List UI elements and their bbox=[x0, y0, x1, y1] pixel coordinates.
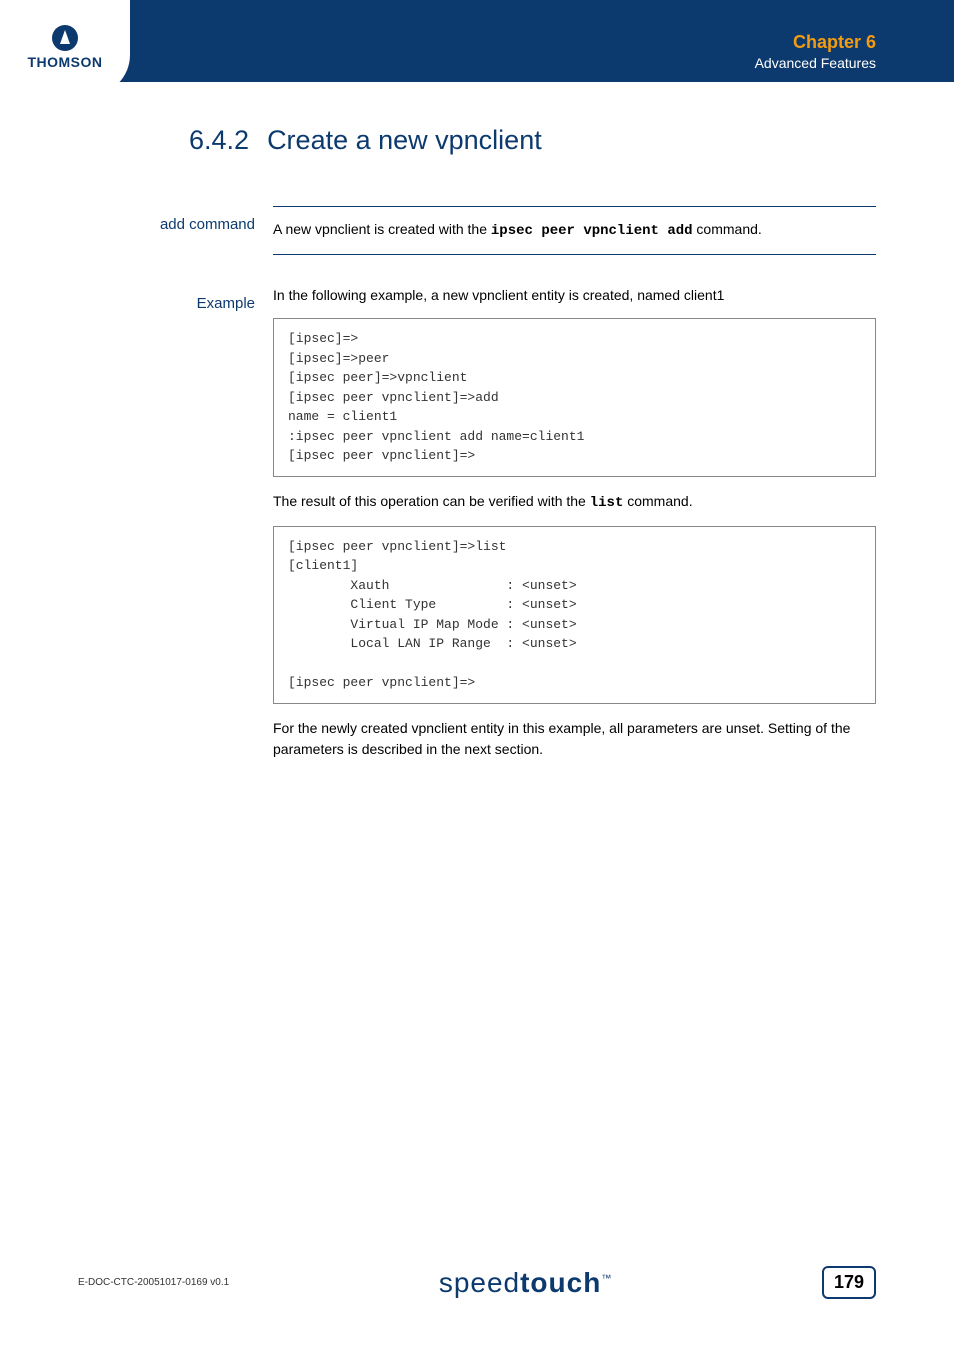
block-example: Example In the following example, a new … bbox=[78, 285, 876, 772]
result-cmd: list bbox=[590, 495, 624, 511]
logo-box: THOMSON bbox=[0, 0, 130, 95]
side-label-add-command: add command bbox=[78, 206, 273, 267]
code-box-1: [ipsec]=> [ipsec]=>peer [ipsec peer]=>vp… bbox=[273, 318, 876, 477]
thomson-logo-text: THOMSON bbox=[27, 54, 102, 70]
section-title-row: 6.4.2 Create a new vpnclient bbox=[189, 125, 876, 156]
example-intro: In the following example, a new vpnclien… bbox=[273, 285, 876, 306]
add-command-code: ipsec peer vpnclient add bbox=[491, 223, 693, 239]
footer: E-DOC-CTC-20051017-0169 v0.1 speedtouch™… bbox=[78, 1266, 876, 1299]
result-before: The result of this operation can be veri… bbox=[273, 493, 590, 509]
divider bbox=[273, 254, 876, 255]
main-col-add-command: A new vpnclient is created with the ipse… bbox=[273, 206, 876, 267]
chapter-subtitle: Advanced Features bbox=[755, 55, 876, 71]
chapter-label: Chapter 6 bbox=[755, 32, 876, 53]
header-bar: Chapter 6 Advanced Features bbox=[0, 0, 954, 82]
result-after: command. bbox=[623, 493, 692, 509]
side-label-example: Example bbox=[78, 285, 273, 772]
add-command-text: A new vpnclient is created with the ipse… bbox=[273, 219, 876, 242]
code-box-2: [ipsec peer vpnclient]=>list [client1] X… bbox=[273, 526, 876, 704]
thomson-logo-icon bbox=[52, 25, 78, 51]
section-title: Create a new vpnclient bbox=[267, 125, 542, 156]
content-area: 6.4.2 Create a new vpnclient add command… bbox=[78, 125, 876, 790]
brand-light: speed bbox=[439, 1267, 520, 1298]
speedtouch-logo: speedtouch™ bbox=[439, 1267, 613, 1299]
text-before: A new vpnclient is created with the bbox=[273, 221, 491, 237]
divider bbox=[273, 206, 876, 207]
doc-id: E-DOC-CTC-20051017-0169 v0.1 bbox=[78, 1277, 229, 1288]
header-content: Chapter 6 Advanced Features bbox=[755, 32, 876, 71]
result-text: The result of this operation can be veri… bbox=[273, 491, 876, 514]
text-after: command. bbox=[693, 221, 762, 237]
closing-text: For the newly created vpnclient entity i… bbox=[273, 718, 876, 760]
page-number: 179 bbox=[822, 1266, 876, 1299]
brand-tm: ™ bbox=[601, 1273, 612, 1284]
block-add-command: add command A new vpnclient is created w… bbox=[78, 206, 876, 267]
main-col-example: In the following example, a new vpnclien… bbox=[273, 285, 876, 772]
brand-bold: touch bbox=[520, 1267, 601, 1298]
section-number: 6.4.2 bbox=[189, 125, 249, 156]
